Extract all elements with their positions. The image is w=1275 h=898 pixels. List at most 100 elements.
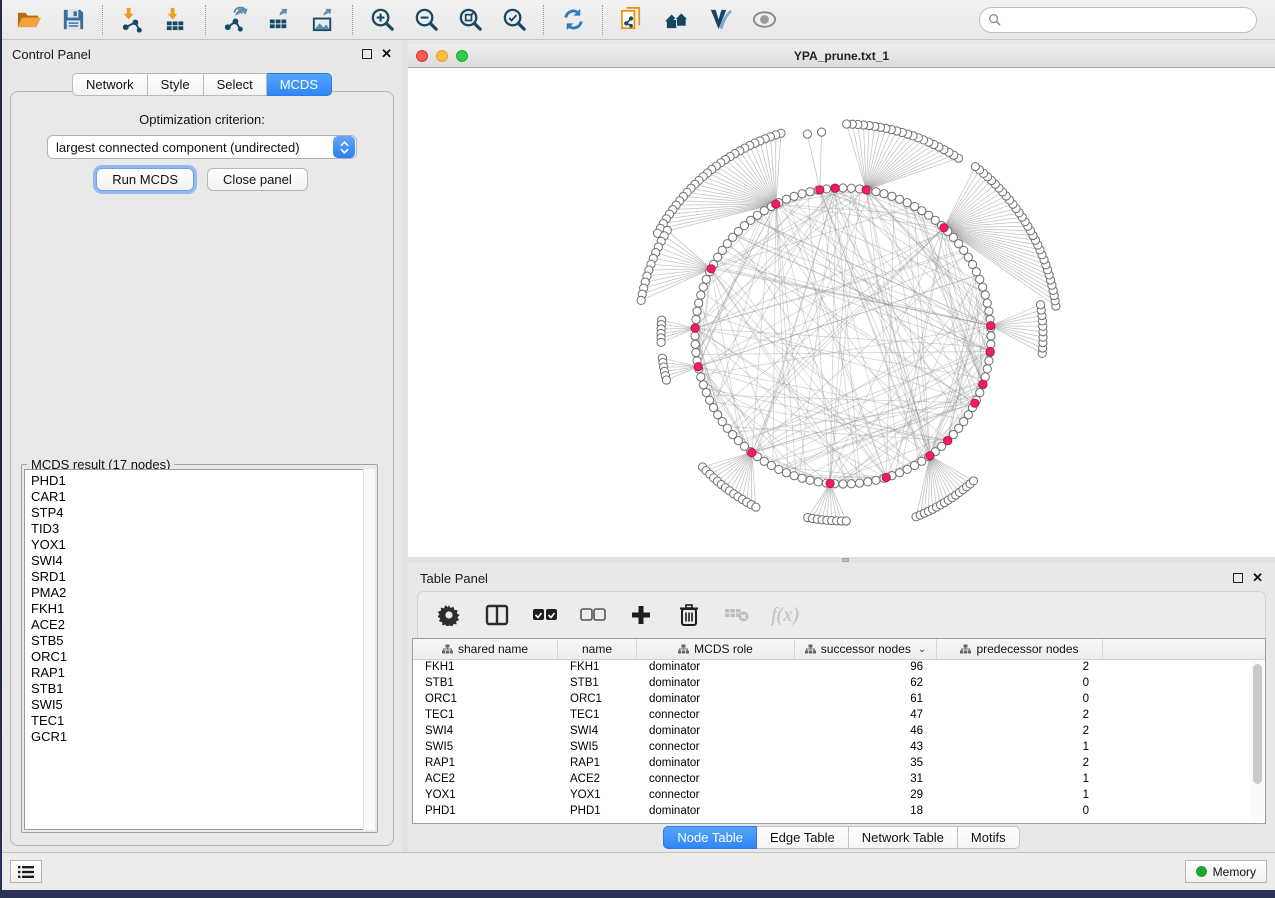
tab-network[interactable]: Network	[72, 73, 148, 96]
mcds-result-item[interactable]: SWI4	[25, 553, 374, 569]
network-node[interactable]	[880, 190, 888, 198]
open-file-button[interactable]	[14, 5, 44, 35]
deselect-all-rows-button[interactable]	[580, 602, 606, 628]
mcds-node[interactable]	[944, 437, 952, 445]
table-settings-button[interactable]	[436, 602, 462, 628]
zoom-fit-button[interactable]	[455, 5, 485, 35]
mcds-node[interactable]	[862, 186, 870, 194]
mcds-result-list[interactable]: PHD1CAR1STP4TID3YOX1SWI4SRD1PMA2FKH1ACE2…	[24, 469, 375, 830]
mcds-result-item[interactable]: PMA2	[25, 585, 374, 601]
mcds-node[interactable]	[986, 347, 994, 355]
save-session-button[interactable]	[58, 5, 88, 35]
home-button[interactable]	[661, 5, 691, 35]
refresh-network-button[interactable]	[558, 5, 588, 35]
mcds-result-item[interactable]: YOX1	[25, 537, 374, 553]
tab-select[interactable]: Select	[204, 73, 267, 96]
network-node[interactable]	[888, 192, 896, 200]
network-canvas[interactable]	[408, 68, 1275, 557]
share-document-button[interactable]	[617, 5, 647, 35]
vizmapper-preview-button[interactable]	[705, 5, 735, 35]
network-node[interactable]	[790, 192, 798, 200]
create-column-button[interactable]	[628, 602, 654, 628]
network-node[interactable]	[985, 307, 993, 315]
network-node[interactable]	[699, 283, 707, 291]
mcds-result-item[interactable]: SRD1	[25, 569, 374, 585]
network-node[interactable]	[979, 283, 987, 291]
network-node[interactable]	[697, 291, 705, 299]
zoom-in-button[interactable]	[367, 5, 397, 35]
mcds-node[interactable]	[826, 479, 834, 487]
tab-style[interactable]: Style	[148, 73, 204, 96]
network-node[interactable]	[839, 184, 847, 192]
network-node[interactable]	[814, 478, 822, 486]
mcds-node[interactable]	[987, 322, 995, 330]
mcds-result-item[interactable]: STP4	[25, 505, 374, 521]
select-all-rows-button[interactable]	[532, 602, 558, 628]
mcds-result-scrollbar[interactable]	[363, 469, 375, 830]
float-table-panel-icon[interactable]	[1233, 573, 1243, 583]
table-row[interactable]: FKH1FKH1dominator962	[413, 660, 1265, 676]
network-node[interactable]	[691, 340, 699, 348]
mcds-result-item[interactable]: ACE2	[25, 617, 374, 633]
network-node[interactable]	[767, 461, 775, 469]
network-node[interactable]	[843, 120, 851, 128]
close-panel-button[interactable]: Close panel	[207, 168, 308, 191]
mcds-result-item[interactable]: TEC1	[25, 713, 374, 729]
network-node[interactable]	[981, 291, 989, 299]
network-node[interactable]	[872, 188, 880, 196]
column-header-name[interactable]: name	[558, 639, 637, 659]
network-node[interactable]	[976, 389, 984, 397]
network-node[interactable]	[842, 517, 850, 525]
table-row[interactable]: YOX1YOX1connector291	[413, 788, 1265, 804]
network-node[interactable]	[971, 162, 979, 170]
network-node[interactable]	[775, 465, 783, 473]
network-node[interactable]	[803, 130, 811, 138]
mcds-node[interactable]	[694, 363, 702, 371]
hide-preview-button[interactable]	[749, 5, 779, 35]
zoom-selected-button[interactable]	[499, 5, 529, 35]
table-row[interactable]: STB1STB1dominator620	[413, 676, 1265, 692]
network-node[interactable]	[839, 480, 847, 488]
table-scrollbar-thumb[interactable]	[1253, 664, 1262, 784]
mcds-result-item[interactable]: TID3	[25, 521, 374, 537]
export-image-button[interactable]	[308, 5, 338, 35]
network-node[interactable]	[855, 479, 863, 487]
network-node[interactable]	[1036, 301, 1044, 309]
network-node[interactable]	[693, 307, 701, 315]
network-node[interactable]	[790, 472, 798, 480]
memory-button[interactable]: Memory	[1185, 860, 1267, 883]
network-node[interactable]	[706, 396, 714, 404]
column-header-MCDS-role[interactable]: MCDS role	[637, 639, 795, 659]
network-node[interactable]	[752, 503, 760, 511]
table-row[interactable]: TEC1TEC1connector472	[413, 708, 1265, 724]
network-node[interactable]	[847, 184, 855, 192]
network-node[interactable]	[782, 469, 790, 477]
mcds-node[interactable]	[926, 452, 934, 460]
mcds-node[interactable]	[971, 399, 979, 407]
mcds-node[interactable]	[691, 324, 699, 332]
close-panel-icon[interactable]: ✕	[381, 49, 392, 59]
network-node[interactable]	[798, 190, 806, 198]
network-node[interactable]	[806, 476, 814, 484]
search-input[interactable]	[1006, 13, 1248, 27]
export-network-button[interactable]	[220, 5, 250, 35]
network-node[interactable]	[903, 465, 911, 473]
network-node[interactable]	[847, 480, 855, 488]
mcds-node[interactable]	[816, 186, 824, 194]
network-node[interactable]	[976, 275, 984, 283]
tab-network-table[interactable]: Network Table	[849, 826, 958, 849]
network-node[interactable]	[695, 299, 703, 307]
export-table-button[interactable]	[264, 5, 294, 35]
zoom-out-button[interactable]	[411, 5, 441, 35]
network-node[interactable]	[983, 365, 991, 373]
network-node[interactable]	[903, 199, 911, 207]
float-panel-icon[interactable]	[362, 49, 372, 59]
mcds-node[interactable]	[748, 449, 756, 457]
network-node[interactable]	[896, 469, 904, 477]
import-table-button[interactable]	[161, 5, 191, 35]
network-titlebar[interactable]: YPA_prune.txt_1	[408, 44, 1275, 68]
network-node[interactable]	[702, 275, 710, 283]
task-history-button[interactable]	[10, 860, 42, 883]
table-scrollbar[interactable]	[1251, 661, 1264, 822]
table-row[interactable]: SWI5SWI5connector431	[413, 740, 1265, 756]
